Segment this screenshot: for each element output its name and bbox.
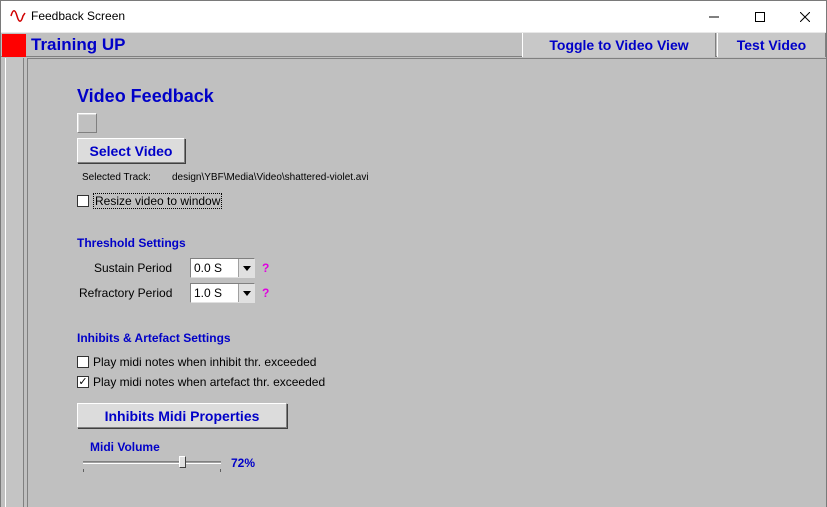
refractory-period-select[interactable]: 1.0 S bbox=[190, 283, 255, 303]
waveform-app-icon bbox=[10, 10, 26, 22]
feedback-window: Feedback Screen Training UP Toggle to Vi… bbox=[0, 0, 827, 507]
test-video-button[interactable]: Test Video bbox=[717, 33, 826, 57]
toggle-video-view-button[interactable]: Toggle to Video View bbox=[522, 33, 716, 57]
resize-video-label[interactable]: Resize video to window bbox=[93, 193, 223, 209]
status-indicator bbox=[2, 34, 26, 57]
sustain-help-icon[interactable]: ? bbox=[262, 261, 269, 275]
sustain-period-select[interactable]: 0.0 S bbox=[190, 258, 255, 278]
dropdown-arrow-icon[interactable] bbox=[238, 259, 254, 277]
refractory-period-value: 1.0 S bbox=[194, 286, 223, 300]
minimize-button[interactable] bbox=[691, 1, 737, 32]
inhibits-artefact-heading: Inhibits & Artefact Settings bbox=[77, 331, 231, 345]
artefact-midi-label[interactable]: Play midi notes when artefact thr. excee… bbox=[93, 375, 325, 389]
midi-volume-slider-thumb[interactable] bbox=[179, 456, 186, 468]
selected-track-label: Selected Track: bbox=[82, 172, 151, 183]
threshold-settings-heading: Threshold Settings bbox=[77, 236, 186, 250]
minimize-icon bbox=[709, 16, 719, 17]
close-button[interactable] bbox=[782, 1, 827, 32]
inhibit-midi-checkbox-row[interactable]: Play midi notes when inhibit thr. exceed… bbox=[77, 355, 316, 369]
left-panel-strip bbox=[1, 58, 27, 507]
resize-video-checkbox[interactable] bbox=[77, 195, 89, 207]
slider-ticks bbox=[83, 469, 221, 472]
video-feedback-heading: Video Feedback bbox=[77, 86, 214, 106]
video-preview-swatch[interactable] bbox=[77, 113, 97, 133]
window-title: Feedback Screen bbox=[31, 9, 126, 23]
midi-volume-heading: Midi Volume bbox=[90, 440, 160, 454]
maximize-button[interactable] bbox=[737, 1, 783, 32]
title-bar: Feedback Screen bbox=[1, 1, 826, 32]
left-panel-divider bbox=[5, 58, 24, 507]
sustain-period-label: Sustain Period bbox=[94, 261, 173, 275]
select-video-button[interactable]: Select Video bbox=[77, 138, 185, 163]
midi-volume-slider-track[interactable] bbox=[83, 461, 221, 464]
selected-track-value: design\YBF\Media\Video\shattered-violet.… bbox=[172, 172, 369, 183]
refractory-help-icon[interactable]: ? bbox=[262, 286, 269, 300]
close-icon bbox=[800, 11, 810, 22]
inhibit-midi-label[interactable]: Play midi notes when inhibit thr. exceed… bbox=[93, 355, 316, 369]
artefact-midi-checkbox-row[interactable]: ✓ Play midi notes when artefact thr. exc… bbox=[77, 375, 325, 389]
check-icon: ✓ bbox=[78, 376, 88, 388]
refractory-period-label: Refractory Period bbox=[79, 286, 173, 300]
page-title: Training UP bbox=[31, 35, 126, 54]
settings-panel: Video Feedback Select Video Selected Tra… bbox=[27, 58, 826, 507]
dropdown-arrow-icon[interactable] bbox=[238, 284, 254, 302]
inhibit-midi-checkbox[interactable] bbox=[77, 356, 89, 368]
header-bar: Training UP Toggle to Video View Test Vi… bbox=[1, 32, 826, 57]
inhibits-midi-properties-button[interactable]: Inhibits Midi Properties bbox=[77, 403, 287, 428]
sustain-period-value: 0.0 S bbox=[194, 261, 223, 275]
resize-video-checkbox-row[interactable]: Resize video to window bbox=[77, 193, 223, 209]
maximize-icon bbox=[755, 11, 765, 22]
artefact-midi-checkbox[interactable]: ✓ bbox=[77, 376, 89, 388]
midi-volume-value: 72% bbox=[231, 456, 256, 470]
